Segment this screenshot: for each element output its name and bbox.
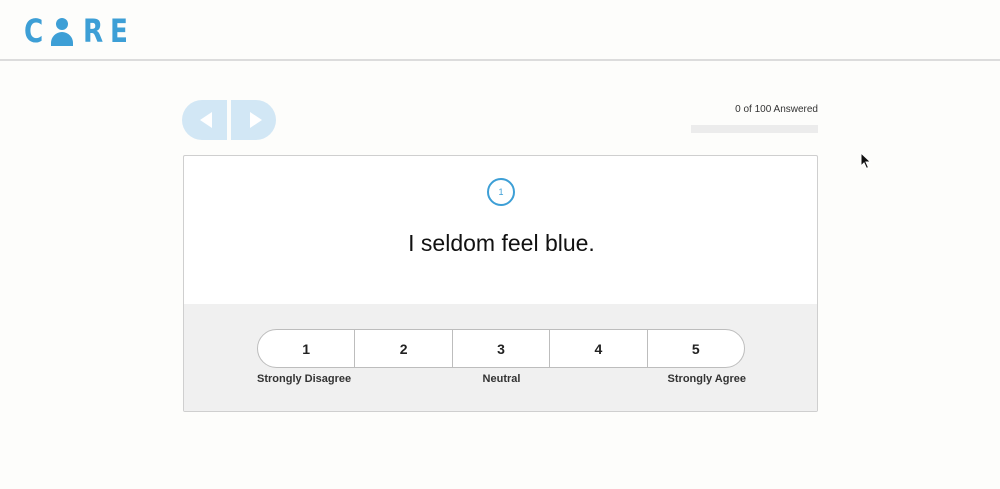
previous-button[interactable] xyxy=(182,100,227,140)
question-text: I seldom feel blue. xyxy=(408,230,595,256)
scale-option-4[interactable]: 4 xyxy=(550,330,648,367)
question-navigation xyxy=(182,100,276,140)
progress-bar xyxy=(691,125,818,133)
next-button[interactable] xyxy=(231,100,276,140)
scale-option-1[interactable]: 1 xyxy=(258,330,356,367)
logo-letter-e: E xyxy=(110,12,128,50)
core-logo[interactable]: C R E xyxy=(24,12,128,50)
answer-area: 1 2 3 4 5 Strongly Disagree Neutral Stro… xyxy=(184,304,817,411)
triangle-right-icon xyxy=(249,112,262,128)
logo-letter-c: C xyxy=(24,12,44,50)
scale-option-5[interactable]: 5 xyxy=(648,330,744,367)
person-icon xyxy=(51,16,73,46)
scale-label-strongly-agree: Strongly Agree xyxy=(667,373,746,385)
scale-option-3[interactable]: 3 xyxy=(453,330,551,367)
likert-scale: 1 2 3 4 5 xyxy=(257,329,745,368)
triangle-left-icon xyxy=(199,112,212,128)
question-card: 1 I seldom feel blue. 1 2 3 4 5 Strongly… xyxy=(183,155,818,412)
progress-text: 0 of 100 Answered xyxy=(735,104,818,115)
logo-letter-r: R xyxy=(83,12,104,50)
app-header: C R E xyxy=(0,0,1000,61)
scale-option-2[interactable]: 2 xyxy=(355,330,453,367)
question-number-badge: 1 xyxy=(487,178,515,206)
